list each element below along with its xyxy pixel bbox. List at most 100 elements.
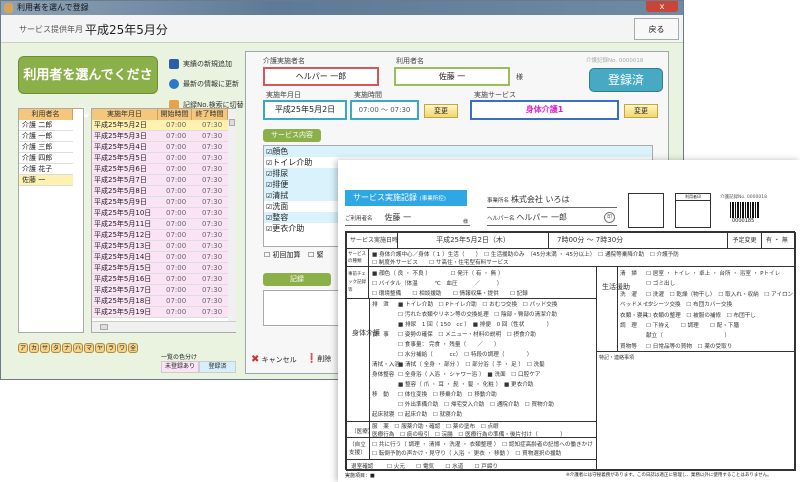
service-content-tab[interactable]: サービス内容	[263, 129, 321, 142]
record-start: 07:00	[166, 143, 187, 151]
time-field[interactable]: 07:00 ～ 07:30	[350, 100, 419, 120]
record-row[interactable]: 平成25年5月9日 07:00 07:30	[92, 197, 228, 208]
record-end: 07:30	[202, 209, 223, 217]
user-row[interactable]: 介護 花子	[19, 164, 73, 175]
record-row[interactable]: 平成25年5月7日 07:00 07:30	[92, 175, 228, 186]
add-record-action[interactable]: 実績の新規追加	[169, 58, 232, 70]
doc-line-label: 排 泄	[372, 302, 389, 308]
record-row[interactable]: 平成25年5月17日 07:00 07:30	[92, 285, 228, 296]
record-end: 07:30	[202, 253, 223, 261]
helper-label: ヘルパー名	[487, 216, 515, 222]
caregiver-field[interactable]: ヘルパー 一郎	[263, 67, 379, 86]
kana-button[interactable]: マ	[84, 343, 94, 353]
kana-button[interactable]: ワ	[117, 343, 127, 353]
record-row[interactable]: 平成25年5月2日 07:00 07:30	[92, 120, 228, 131]
record-row[interactable]: 平成25年5月14日 07:00 07:30	[92, 252, 228, 263]
kana-button[interactable]: ラ	[106, 343, 116, 353]
date-field[interactable]: 平成25年5月2日	[263, 100, 347, 120]
delete-label: 削除	[317, 355, 332, 363]
service-content-label: 清拭	[272, 191, 289, 200]
notes-section: 特記・連絡事項	[596, 351, 796, 471]
stamp-box	[628, 193, 664, 228]
record-row[interactable]: 平成25年5月5日 07:00 07:30	[92, 153, 228, 164]
user-row[interactable]: 介護 四郎	[19, 153, 73, 164]
service-field[interactable]: 身体介護1	[470, 100, 619, 120]
user-list-header: 利用者名	[19, 109, 73, 120]
doc-line-text: ☐ 姿勢の確保 ☐ メニュー・材料の説明 ☐ 摂食介助	[398, 332, 536, 338]
cancel-button[interactable]: ✖ キャンセル	[251, 354, 297, 365]
delete-button[interactable]: ❗削除	[306, 354, 331, 364]
record-row[interactable]: 平成25年5月8日 07:00 07:30	[92, 186, 228, 197]
kana-button[interactable]: カ	[29, 343, 39, 353]
barcode	[730, 202, 760, 218]
record-date: 平成25年5月9日	[94, 198, 147, 206]
kana-filter: アカサタナハマヤラワ全	[18, 335, 139, 354]
honorific: 様	[462, 219, 468, 225]
record-date: 平成25年5月17日	[94, 286, 152, 294]
registered-button[interactable]: 登録済	[589, 68, 663, 92]
close-button[interactable]: x	[646, 1, 678, 12]
vertical-scrollbar[interactable]	[228, 109, 236, 321]
record-row[interactable]: 平成25年5月16日 07:00 07:30	[92, 274, 228, 285]
kana-button[interactable]: ア	[18, 343, 28, 353]
horizontal-scrollbar[interactable]	[92, 321, 236, 332]
kana-button[interactable]: サ	[40, 343, 50, 353]
record-row[interactable]: 平成25年5月3日 07:00 07:30	[92, 131, 228, 142]
user-row[interactable]: 介護 一郎	[19, 131, 73, 142]
window-title: 利用者を選んで登録	[17, 3, 89, 12]
record-date: 平成25年5月7日	[94, 176, 147, 184]
record-start: 07:00	[166, 187, 187, 195]
precheck-line: ☐ 環境整備 ☐ 相談援助 ☐ 情報収集・提供 ☐ 記録	[372, 291, 528, 297]
kana-button[interactable]: タ	[51, 343, 61, 353]
record-row[interactable]: 平成25年5月4日 07:00 07:30	[92, 142, 228, 153]
record-row[interactable]: 平成25年5月13日 07:00 07:30	[92, 241, 228, 252]
back-button[interactable]: 戻る	[634, 18, 679, 40]
record-row[interactable]: 平成25年5月12日 07:00 07:30	[92, 230, 228, 241]
independence-line: ☐ 共に行う（ 調理 ・ 清掃 ・ 洗濯 ・ 衣類整理 ） ☐ 認知症高齢者の記…	[372, 442, 593, 448]
record-date: 平成25年5月5日	[94, 154, 147, 162]
record-row[interactable]: 平成25年5月19日 07:00 07:30	[92, 307, 228, 318]
doc-line-label: 身体整容	[372, 372, 395, 378]
doc-line-label: 買物等	[620, 343, 637, 350]
record-end: 07:30	[202, 220, 223, 228]
change-time-button[interactable]: 変更	[424, 104, 458, 118]
record-row[interactable]: 平成25年5月15日 07:00 07:30	[92, 263, 228, 274]
service-content-item[interactable]: ☑顔色	[264, 146, 652, 157]
pick-user-button[interactable]: 利用者を選んでください	[18, 56, 158, 121]
user-field[interactable]: 佐藤 一	[394, 67, 510, 86]
record-start: 07:00	[166, 242, 187, 250]
record-tab[interactable]: 記録	[263, 273, 331, 286]
user-name: 佐藤 一	[384, 213, 412, 222]
record-date: 平成25年5月8日	[94, 187, 147, 195]
kana-button[interactable]: ナ	[62, 343, 72, 353]
record-row[interactable]: 平成25年5月10日 07:00 07:30	[92, 208, 228, 219]
kana-button[interactable]: 全	[128, 343, 138, 353]
refresh-action[interactable]: 最新の情報に更新	[169, 78, 239, 90]
record-row[interactable]: 平成25年5月6日 07:00 07:30	[92, 164, 228, 175]
record-row[interactable]: 平成25年5月11日 07:00 07:30	[92, 219, 228, 230]
user-row[interactable]: 介護 三郎	[19, 142, 73, 153]
add-record-icon	[169, 59, 179, 69]
record-date: 平成25年5月13日	[94, 242, 152, 250]
record-end: 07:30	[202, 275, 223, 283]
doc-line-label: 食 事	[372, 332, 389, 338]
record-end: 07:30	[202, 264, 223, 272]
notes-label: 特記・連絡事項	[599, 355, 635, 361]
kana-button[interactable]: ハ	[73, 343, 83, 353]
user-row[interactable]: 佐藤 一	[19, 175, 73, 186]
kana-button[interactable]: ヤ	[95, 343, 105, 353]
doc-line: 献立（ ）	[620, 331, 730, 339]
doc-line: ☐ ゴミ出し	[620, 279, 675, 287]
doc-line-text: ☐ 起床介助 ☐ 就寝介助	[398, 412, 462, 418]
record-row[interactable]: 平成25年5月18日 07:00 07:30	[92, 296, 228, 307]
change-service-button[interactable]: 変更	[624, 104, 658, 118]
doc-line: ■ 整容（ 爪 ・ 耳 ・ 髭 ・ 髪 ・ 化粧 ） ■ 更衣介助	[372, 380, 533, 388]
doc-line-text: 献立（ ）	[646, 333, 730, 340]
record-end: 07:30	[202, 132, 223, 140]
urgent-checkbox[interactable]: ☐ 緊	[308, 250, 324, 260]
doc-line-label: 衣類・寝具	[620, 312, 648, 319]
user-row[interactable]: 介護 二郎	[19, 120, 73, 131]
medical-line: 服 薬 ☐ 服薬介助・確認 ☐ 薬の塗布 ☐ 点眼	[372, 422, 499, 430]
first-addition-checkbox[interactable]: ☐ 初回加算	[264, 250, 301, 260]
record-end: 07:30	[202, 231, 223, 239]
